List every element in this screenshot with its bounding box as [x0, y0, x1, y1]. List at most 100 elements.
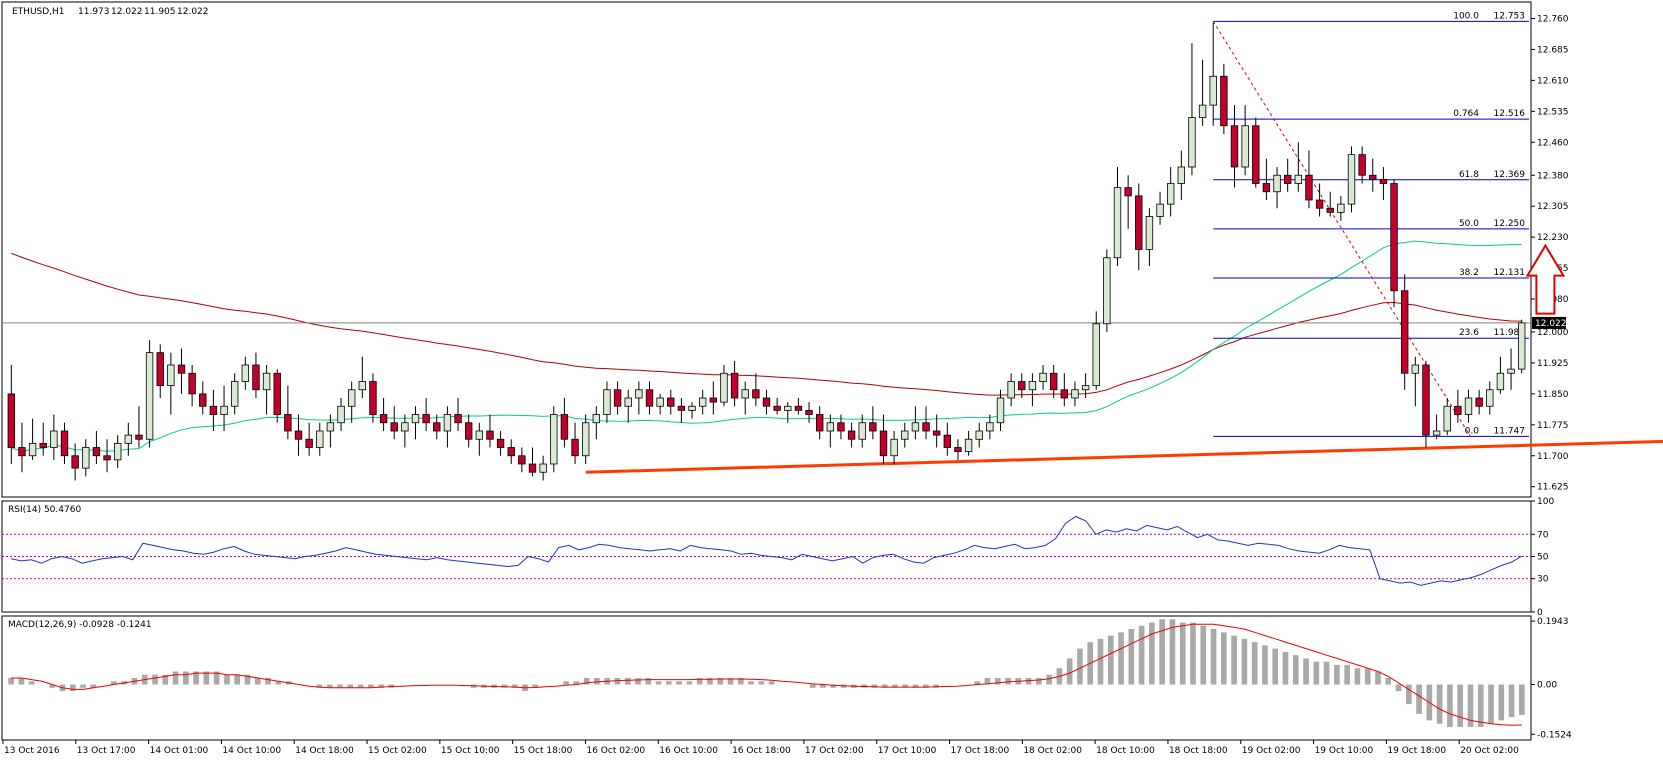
- candle-body: [1220, 75, 1228, 127]
- time-tick-label: 18 Oct 02:00: [1023, 746, 1082, 756]
- candle-body: [1092, 323, 1100, 387]
- candle: [103, 439, 111, 473]
- candle-body: [762, 397, 771, 407]
- candle-body: [1305, 174, 1313, 201]
- candle: [1145, 208, 1154, 266]
- candle: [135, 406, 143, 448]
- price-tick-label: 12.460: [1537, 138, 1569, 148]
- candle-body: [1432, 430, 1441, 436]
- price-tick-label: 11.625: [1537, 483, 1569, 493]
- time-tick-label: 16 Oct 02:00: [586, 746, 645, 756]
- candle: [1283, 158, 1292, 192]
- candle: [975, 422, 983, 448]
- candle-body: [1049, 372, 1058, 391]
- candle: [262, 365, 271, 415]
- current-price-label: 12.022: [1535, 319, 1567, 329]
- header-open: 11.973: [78, 7, 110, 17]
- candle-body: [241, 364, 250, 382]
- candle: [422, 398, 430, 431]
- candle: [1379, 167, 1388, 200]
- header-low: 11.905: [144, 7, 176, 17]
- candle: [1220, 63, 1228, 134]
- price-tick-label: 12.380: [1537, 171, 1569, 181]
- candle: [709, 381, 718, 415]
- candle: [581, 414, 590, 464]
- candle-body: [135, 434, 143, 440]
- candle: [199, 381, 207, 415]
- candle: [986, 414, 994, 440]
- candle-body: [1411, 364, 1420, 374]
- candle-body: [475, 430, 484, 440]
- candle: [273, 369, 281, 423]
- candle-body: [603, 389, 611, 415]
- candle-body: [1135, 195, 1143, 250]
- fib-ratio-label: 50.0: [1459, 219, 1479, 229]
- price-tick-label: 12.760: [1537, 15, 1569, 25]
- candle: [1358, 146, 1366, 184]
- candle-body: [252, 364, 260, 391]
- macd-tick-label: 0.00: [1537, 681, 1557, 691]
- candle-body: [113, 442, 122, 461]
- candle-body: [454, 414, 462, 424]
- candle: [1390, 179, 1398, 308]
- candle-body: [826, 422, 835, 432]
- candle-body: [571, 438, 579, 457]
- candle: [720, 365, 728, 407]
- candle: [730, 360, 739, 407]
- candle-body: [613, 389, 622, 407]
- candle-body: [752, 389, 760, 399]
- price-tick-label: 11.925: [1537, 359, 1569, 369]
- candle-body: [539, 463, 547, 473]
- candle: [550, 406, 558, 473]
- candle-body: [1507, 368, 1515, 374]
- candle: [560, 398, 569, 448]
- candle-body: [305, 438, 313, 448]
- candle-body: [145, 352, 154, 440]
- candle: [847, 422, 856, 448]
- candle-body: [1060, 389, 1069, 399]
- candle: [28, 418, 37, 460]
- candle: [337, 398, 345, 431]
- candle: [698, 389, 707, 415]
- candle: [1113, 167, 1122, 266]
- price-frame: [1, 1, 1532, 498]
- candle-body: [1400, 290, 1409, 374]
- candle-body: [720, 372, 728, 403]
- candle: [996, 389, 1005, 431]
- candle: [1507, 348, 1515, 390]
- chart-title: ETHUSD,H1: [12, 7, 65, 17]
- candle: [18, 422, 26, 473]
- candle-body: [390, 422, 398, 432]
- candle-body: [1369, 174, 1377, 180]
- candle-body: [82, 447, 90, 469]
- candle: [496, 431, 505, 456]
- candle-body: [624, 397, 632, 407]
- candle: [7, 365, 16, 464]
- fib-ratio-label: 100.0: [1453, 11, 1479, 21]
- candle-body: [911, 422, 920, 432]
- fib-ratio-label: 23.6: [1459, 328, 1479, 338]
- price-tick-label: 11.775: [1537, 421, 1569, 431]
- fib-price-label: 12.369: [1494, 170, 1526, 180]
- candle: [603, 381, 611, 423]
- candle-body: [1188, 117, 1196, 168]
- candle: [741, 381, 749, 415]
- candle-body: [188, 372, 196, 395]
- candle: [773, 398, 781, 415]
- candle-body: [784, 405, 792, 411]
- candle: [1326, 191, 1334, 217]
- candle: [539, 455, 547, 481]
- candle: [1411, 356, 1420, 407]
- macd-tick-label: 0.1943: [1537, 617, 1569, 627]
- candle-body: [486, 430, 494, 440]
- candle-body: [688, 405, 696, 411]
- candle-body: [858, 422, 866, 440]
- candle: [1103, 249, 1111, 332]
- candle: [1188, 43, 1196, 176]
- candle: [1475, 389, 1483, 415]
- candle: [1422, 360, 1430, 448]
- candle: [454, 398, 462, 431]
- candle-body: [709, 397, 718, 403]
- candle: [145, 340, 154, 448]
- candle: [475, 422, 484, 456]
